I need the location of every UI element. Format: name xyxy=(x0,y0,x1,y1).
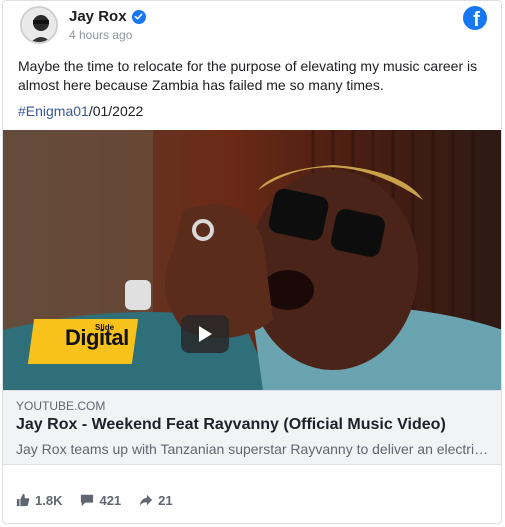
link-preview[interactable]: YOUTUBE.COM Jay Rox - Weekend Feat Rayva… xyxy=(3,390,501,465)
like-stat[interactable]: 1.8K xyxy=(16,493,62,508)
link-description: Jay Rox teams up with Tanzanian supersta… xyxy=(16,441,490,457)
facebook-icon[interactable]: f xyxy=(463,6,487,30)
post-text: Maybe the time to relocate for the purpo… xyxy=(18,58,478,93)
hashtag-link[interactable]: #Enigma01 xyxy=(18,103,89,119)
hashtag-line: #Enigma01/01/2022 xyxy=(18,102,143,121)
comment-icon xyxy=(80,493,94,507)
author-name[interactable]: Jay Rox xyxy=(69,8,127,25)
share-count: 21 xyxy=(158,492,173,508)
share-stat[interactable]: 21 xyxy=(139,492,173,508)
play-icon[interactable] xyxy=(181,315,229,353)
like-icon xyxy=(16,493,30,507)
verified-icon xyxy=(131,9,146,24)
author-name-row: Jay Rox xyxy=(69,8,146,25)
comment-stat[interactable]: 421 xyxy=(80,493,121,508)
avatar[interactable] xyxy=(20,6,58,44)
post-timestamp[interactable]: 4 hours ago xyxy=(69,28,132,42)
comment-count: 421 xyxy=(99,492,122,508)
share-icon xyxy=(139,493,153,507)
facebook-post-card: Jay Rox 4 hours ago f Maybe the time to … xyxy=(2,0,502,524)
post-header: Jay Rox 4 hours ago f xyxy=(3,1,501,49)
like-count: 1.8K xyxy=(35,492,63,508)
post-stats: 1.8K 421 21 xyxy=(3,485,501,515)
link-domain: YOUTUBE.COM xyxy=(16,399,106,413)
link-title[interactable]: Jay Rox - Weekend Feat Rayvanny (Officia… xyxy=(16,416,446,434)
hashtag-suffix: /01/2022 xyxy=(88,103,144,119)
watermark-main-text: Digital xyxy=(65,325,129,350)
